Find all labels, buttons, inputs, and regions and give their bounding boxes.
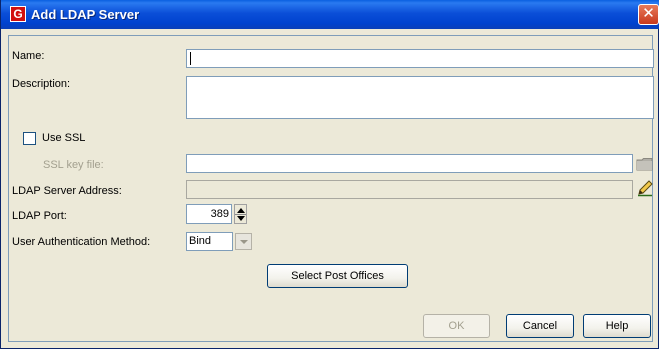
spinner-divider — [235, 214, 246, 215]
spinner-up-icon[interactable] — [237, 208, 245, 213]
pencil-icon[interactable] — [636, 179, 654, 197]
description-field[interactable] — [186, 76, 654, 119]
auth-method-select[interactable]: Bind — [186, 232, 233, 251]
name-field[interactable] — [186, 49, 654, 68]
auth-method-label: User Authentication Method: — [12, 236, 151, 248]
spinner-arrows-icon[interactable] — [234, 204, 247, 224]
close-icon: ✕ — [642, 5, 655, 22]
ldap-port-label: LDAP Port: — [12, 210, 67, 222]
close-button[interactable]: ✕ — [638, 4, 659, 25]
ldap-port-field[interactable]: 389 — [186, 204, 232, 224]
add-ldap-server-dialog: G Add LDAP Server ✕ Name: Description: U… — [0, 0, 659, 349]
help-button[interactable]: Help — [583, 314, 651, 338]
use-ssl-checkbox[interactable] — [23, 132, 36, 145]
spinner-down-icon[interactable] — [237, 216, 245, 221]
auth-method-value: Bind — [189, 235, 212, 247]
ldap-port-value: 389 — [210, 208, 229, 220]
text-caret — [190, 52, 191, 65]
name-label: Name: — [12, 50, 45, 62]
ldap-server-address-label: LDAP Server Address: — [12, 185, 122, 197]
ssl-key-file-label: SSL key file: — [43, 159, 104, 171]
ldap-server-address-field[interactable] — [186, 180, 633, 199]
cancel-button[interactable]: Cancel — [506, 314, 574, 338]
app-logo-icon: G — [10, 6, 26, 22]
use-ssl-label: Use SSL — [42, 132, 86, 144]
ssl-key-file-field[interactable] — [186, 154, 633, 173]
ok-button[interactable]: OK — [423, 314, 490, 338]
description-label: Description: — [12, 78, 71, 90]
chevron-down-icon[interactable] — [235, 233, 252, 250]
select-post-offices-button[interactable]: Select Post Offices — [267, 264, 408, 288]
folder-icon[interactable] — [636, 157, 653, 171]
title-bar[interactable]: G Add LDAP Server ✕ — [1, 0, 659, 29]
dialog-body: Name: Description: Use SSL SSL key file:… — [8, 35, 654, 342]
dialog-title: Add LDAP Server — [31, 7, 140, 22]
